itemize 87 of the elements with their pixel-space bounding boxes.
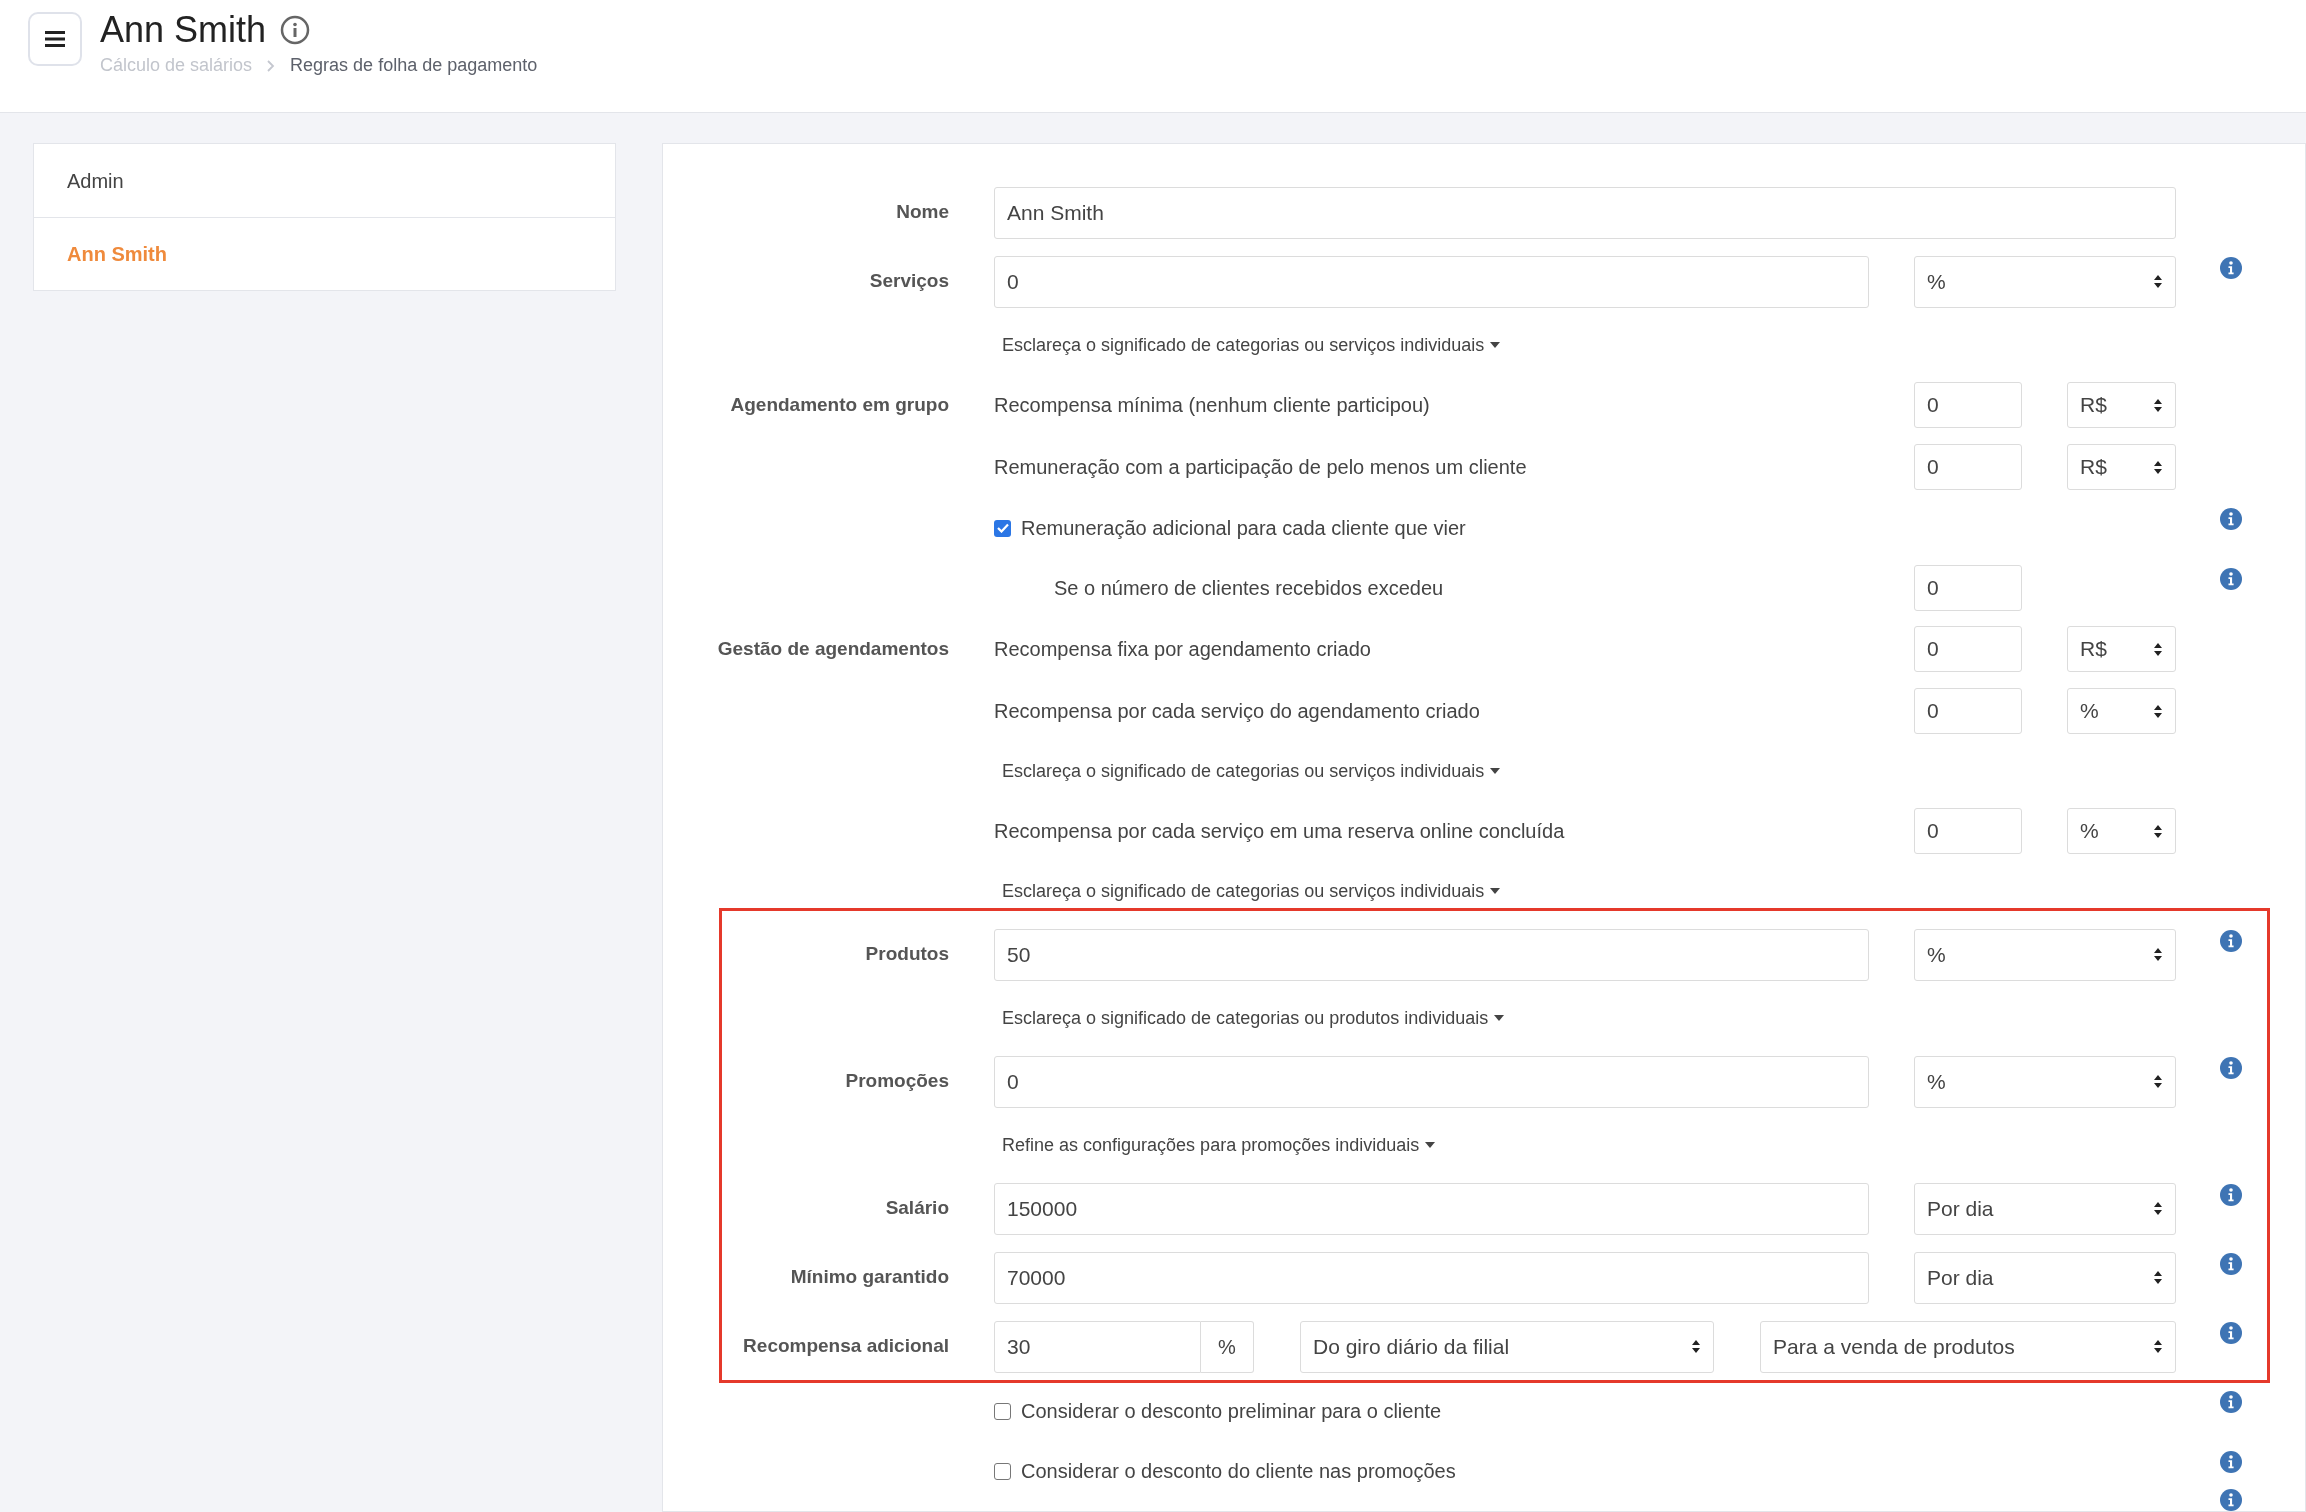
select-field[interactable]: % — [1914, 928, 2176, 981]
addon-label: % — [1201, 1320, 1254, 1373]
caret-icon — [1490, 768, 1501, 774]
select-field[interactable]: R$ — [2067, 382, 2176, 428]
caret-icon — [1490, 342, 1501, 348]
field-label: Salário — [885, 1197, 949, 1219]
expand-link[interactable]: Esclareça o significado de categorias ou produtos individuais — [1002, 1004, 1505, 1032]
sort-arrows-icon — [2153, 947, 2163, 962]
text-field[interactable]: 0 — [1914, 626, 2022, 672]
info-icon[interactable] — [2220, 1451, 2242, 1473]
field-label: Promoções — [845, 1070, 949, 1092]
field-text: Recompensa por cada serviço em uma reserva online concluída — [994, 819, 1566, 844]
text-field[interactable]: 0 — [1914, 808, 2022, 854]
select-field[interactable]: % — [1914, 1055, 2176, 1108]
text-field[interactable]: 0 — [994, 255, 1869, 308]
sort-arrows-icon — [2153, 1074, 2163, 1089]
caret-icon — [1490, 888, 1501, 894]
select-field[interactable]: R$ — [2067, 626, 2176, 672]
field-label: Agendamento em grupo — [730, 393, 949, 415]
select-field[interactable]: R$ — [2067, 444, 2176, 490]
info-icon[interactable] — [2220, 1322, 2242, 1344]
breadcrumb-current: Regras de folha de pagamento — [290, 54, 538, 77]
info-icon[interactable] — [2220, 257, 2242, 279]
expand-link[interactable]: Esclareça o significado de categorias ou serviços individuais — [1002, 331, 1501, 359]
sort-arrows-icon — [2153, 459, 2163, 475]
text-field[interactable]: Ann Smith — [994, 186, 2176, 239]
select-field[interactable]: Por dia — [1914, 1182, 2176, 1235]
menu-button[interactable] — [28, 12, 82, 66]
info-icon[interactable] — [2220, 508, 2242, 530]
expand-link[interactable]: Esclareça o significado de categorias ou serviços individuais — [1002, 877, 1501, 905]
field-label: Mínimo garantido — [790, 1266, 949, 1288]
field-label: Gestão de agendamentos — [717, 637, 949, 659]
select-field[interactable]: % — [1914, 255, 2176, 308]
text-field[interactable]: 30 — [994, 1320, 1201, 1373]
sort-arrows-icon — [2153, 823, 2163, 839]
menu-icon — [45, 31, 65, 47]
checkbox[interactable] — [994, 519, 1011, 537]
text-field[interactable]: 0 — [1914, 565, 2022, 611]
text-field[interactable]: 0 — [1914, 444, 2022, 490]
info-icon[interactable] — [2220, 1253, 2242, 1275]
select-field[interactable]: Do giro diário da filial — [1300, 1320, 1714, 1373]
info-icon[interactable] — [280, 15, 311, 45]
checkbox-label: Considerar o desconto do cliente nas promoções — [1021, 1459, 1456, 1484]
info-icon[interactable] — [2220, 1489, 2242, 1511]
sort-arrows-icon — [2153, 641, 2163, 657]
expand-link[interactable]: Esclareça o significado de categorias ou serviços individuais — [1002, 757, 1501, 785]
info-icon[interactable] — [2220, 1184, 2242, 1206]
sort-arrows-icon — [1691, 1339, 1701, 1354]
info-icon[interactable] — [2220, 1391, 2242, 1413]
info-icon[interactable] — [2220, 1057, 2242, 1079]
text-field[interactable]: 0 — [1914, 382, 2022, 428]
field-text: Remuneração com a participação de pelo menos um cliente — [994, 455, 1528, 480]
select-field[interactable]: Por dia — [1914, 1251, 2176, 1304]
field-label: Serviços — [869, 270, 949, 292]
field-label: Nome — [896, 201, 949, 223]
text-field[interactable]: 0 — [994, 1055, 1869, 1108]
field-text: Recompensa mínima (nenhum cliente participou) — [994, 393, 1431, 418]
checkbox[interactable] — [994, 1402, 1011, 1420]
select-field[interactable]: % — [2067, 688, 2176, 734]
page-title: Ann Smith — [100, 12, 267, 48]
sidebar-item[interactable]: Admin — [34, 144, 615, 217]
checkbox-label: Remuneração adicional para cada cliente que vier — [1021, 516, 1466, 541]
expand-link[interactable]: Refine as configurações para promoções individuais — [1002, 1131, 1436, 1159]
sort-arrows-icon — [2153, 1201, 2163, 1216]
text-field[interactable]: 70000 — [994, 1251, 1869, 1304]
field-label: Recompensa adicional — [743, 1335, 949, 1357]
sort-arrows-icon — [2153, 703, 2163, 719]
chevron-icon — [266, 58, 277, 73]
info-icon[interactable] — [2220, 930, 2242, 952]
checkbox[interactable] — [994, 1462, 1011, 1480]
sort-arrows-icon — [2153, 1339, 2163, 1354]
field-text: Recompensa por cada serviço do agendamento criado — [994, 699, 1481, 724]
info-icon[interactable] — [2220, 568, 2242, 590]
text-field[interactable]: 150000 — [994, 1182, 1869, 1235]
caret-icon — [1494, 1015, 1505, 1021]
text-field[interactable]: 0 — [1914, 688, 2022, 734]
text-field[interactable]: 50 — [994, 928, 1869, 981]
select-field[interactable]: Para a venda de produtos — [1760, 1320, 2176, 1373]
sort-arrows-icon — [2153, 397, 2163, 413]
checkbox-label: Considerar o desconto preliminar para o cliente — [1021, 1399, 1442, 1424]
sort-arrows-icon — [2153, 1270, 2163, 1285]
field-label: Produtos — [865, 943, 949, 965]
select-field[interactable]: % — [2067, 808, 2176, 854]
field-text: Recompensa fixa por agendamento criado — [994, 637, 1372, 662]
caret-icon — [1425, 1142, 1436, 1148]
sort-arrows-icon — [2153, 274, 2163, 289]
field-text: Se o número de clientes recebidos excedeu — [1053, 576, 1445, 601]
